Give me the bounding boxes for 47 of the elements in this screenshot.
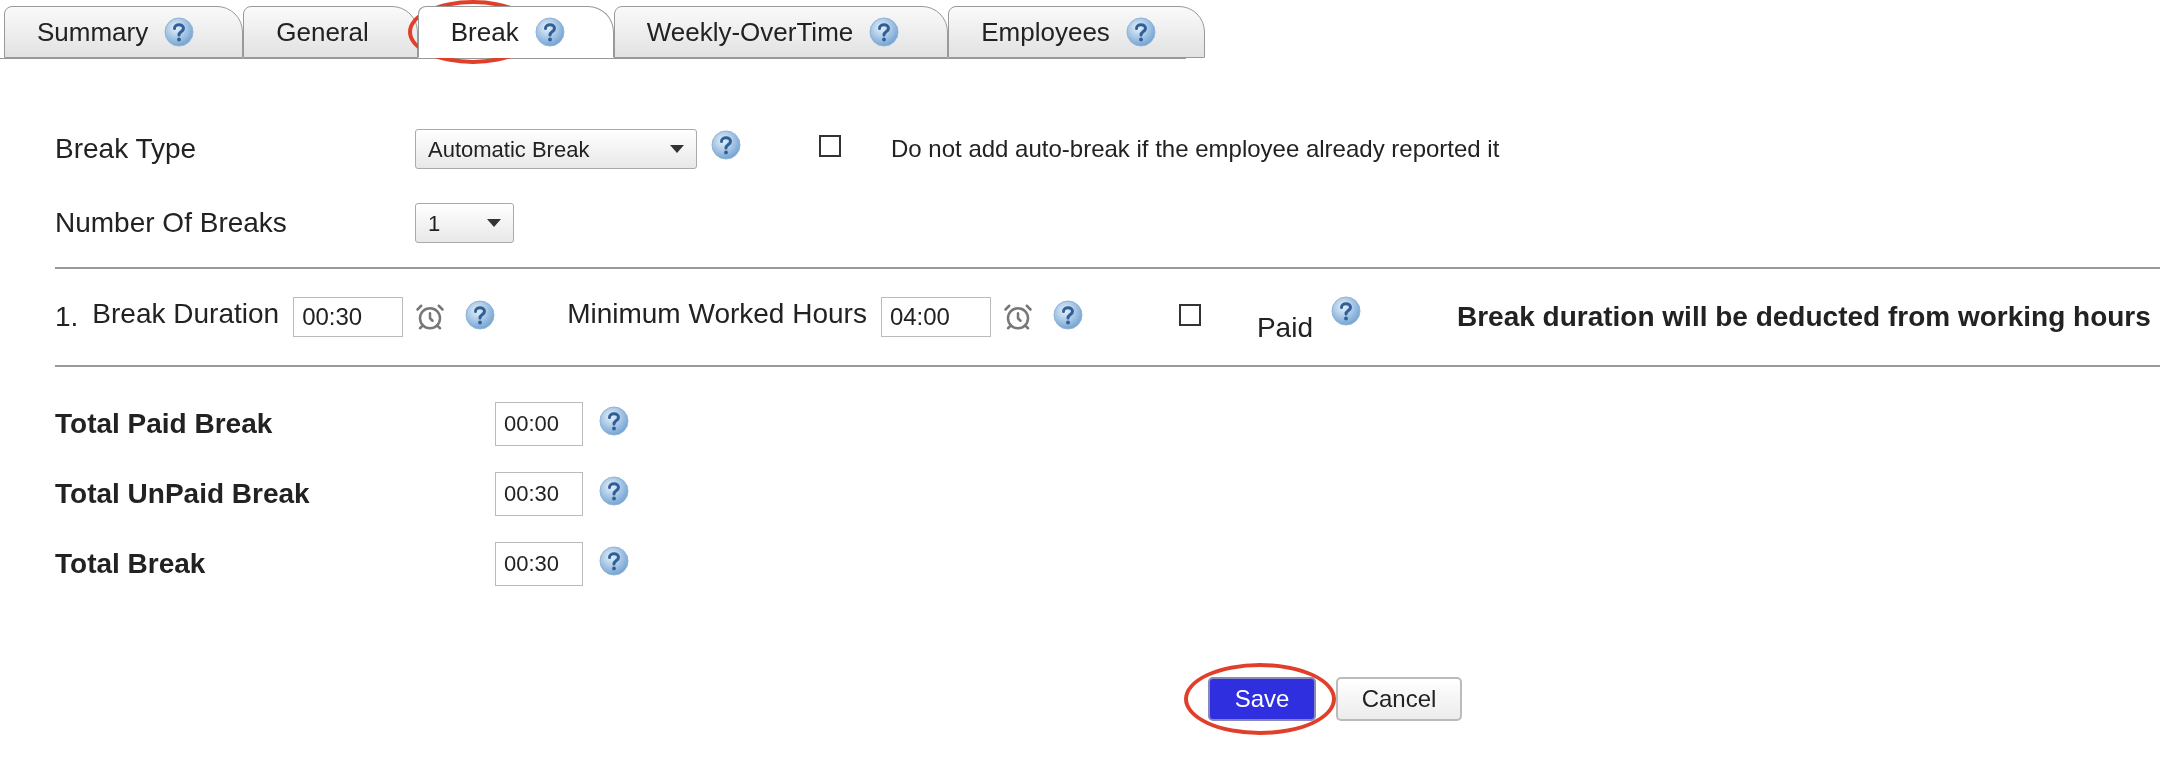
help-icon[interactable]: [869, 17, 900, 47]
save-button[interactable]: Save: [1208, 677, 1316, 721]
help-icon[interactable]: [164, 17, 195, 47]
field-label: Number Of Breaks: [55, 206, 288, 240]
clock-icon[interactable]: [415, 302, 446, 332]
number-of-breaks-select[interactable]: 1: [415, 203, 514, 243]
checkbox[interactable]: [819, 134, 841, 157]
caret-icon: [670, 145, 684, 153]
checkbox-label: Paid: [1256, 311, 1313, 345]
caret-icon: [487, 219, 501, 227]
break-duration-field[interactable]: 00:30: [293, 297, 404, 337]
field-label: Break Duration: [92, 297, 280, 331]
help-icon[interactable]: [711, 130, 741, 160]
help-icon[interactable]: [599, 406, 629, 436]
total-label: Total Break: [55, 547, 207, 581]
tab-label: Break: [450, 15, 519, 49]
help-icon[interactable]: [1052, 300, 1083, 330]
minimum-hours-field[interactable]: 04:00: [880, 297, 991, 337]
field-label: Break Type: [55, 132, 198, 166]
help-icon[interactable]: [465, 300, 496, 330]
checkbox[interactable]: [1178, 304, 1201, 326]
tab[interactable]: Summary: [4, 6, 244, 58]
tab[interactable]: General: [243, 6, 418, 58]
total-field[interactable]: 00:00: [495, 402, 583, 446]
tab[interactable]: Weekly-OverTime: [613, 6, 949, 58]
break-number: 1.: [55, 300, 79, 334]
help-icon[interactable]: [599, 476, 629, 506]
tab-label: Employees: [981, 15, 1110, 49]
tab-label: General: [276, 15, 369, 49]
cancel-button[interactable]: Cancel: [1336, 677, 1462, 721]
tab-label: Weekly-OverTime: [646, 15, 854, 49]
tab[interactable]: Break: [417, 6, 614, 58]
help-icon[interactable]: [1330, 296, 1361, 326]
break-type-select[interactable]: Automatic Break: [415, 129, 697, 169]
help-icon[interactable]: [1125, 17, 1156, 47]
total-field[interactable]: 00:30: [495, 542, 583, 586]
help-icon[interactable]: [534, 17, 565, 47]
tab[interactable]: Employees: [948, 6, 1205, 58]
help-icon[interactable]: [599, 546, 629, 576]
break-note: Break duration will be deducted from working hours: [1456, 300, 2151, 334]
total-field[interactable]: 00:30: [495, 472, 583, 516]
clock-icon[interactable]: [1002, 302, 1033, 332]
total-label: Total UnPaid Break: [55, 477, 311, 511]
total-label: Total Paid Break: [55, 407, 274, 441]
field-label: Minimum Worked Hours: [567, 297, 867, 331]
tab-label: Summary: [37, 15, 149, 49]
checkbox-label: Do not add auto-break if the employee already reported it: [891, 134, 1500, 164]
